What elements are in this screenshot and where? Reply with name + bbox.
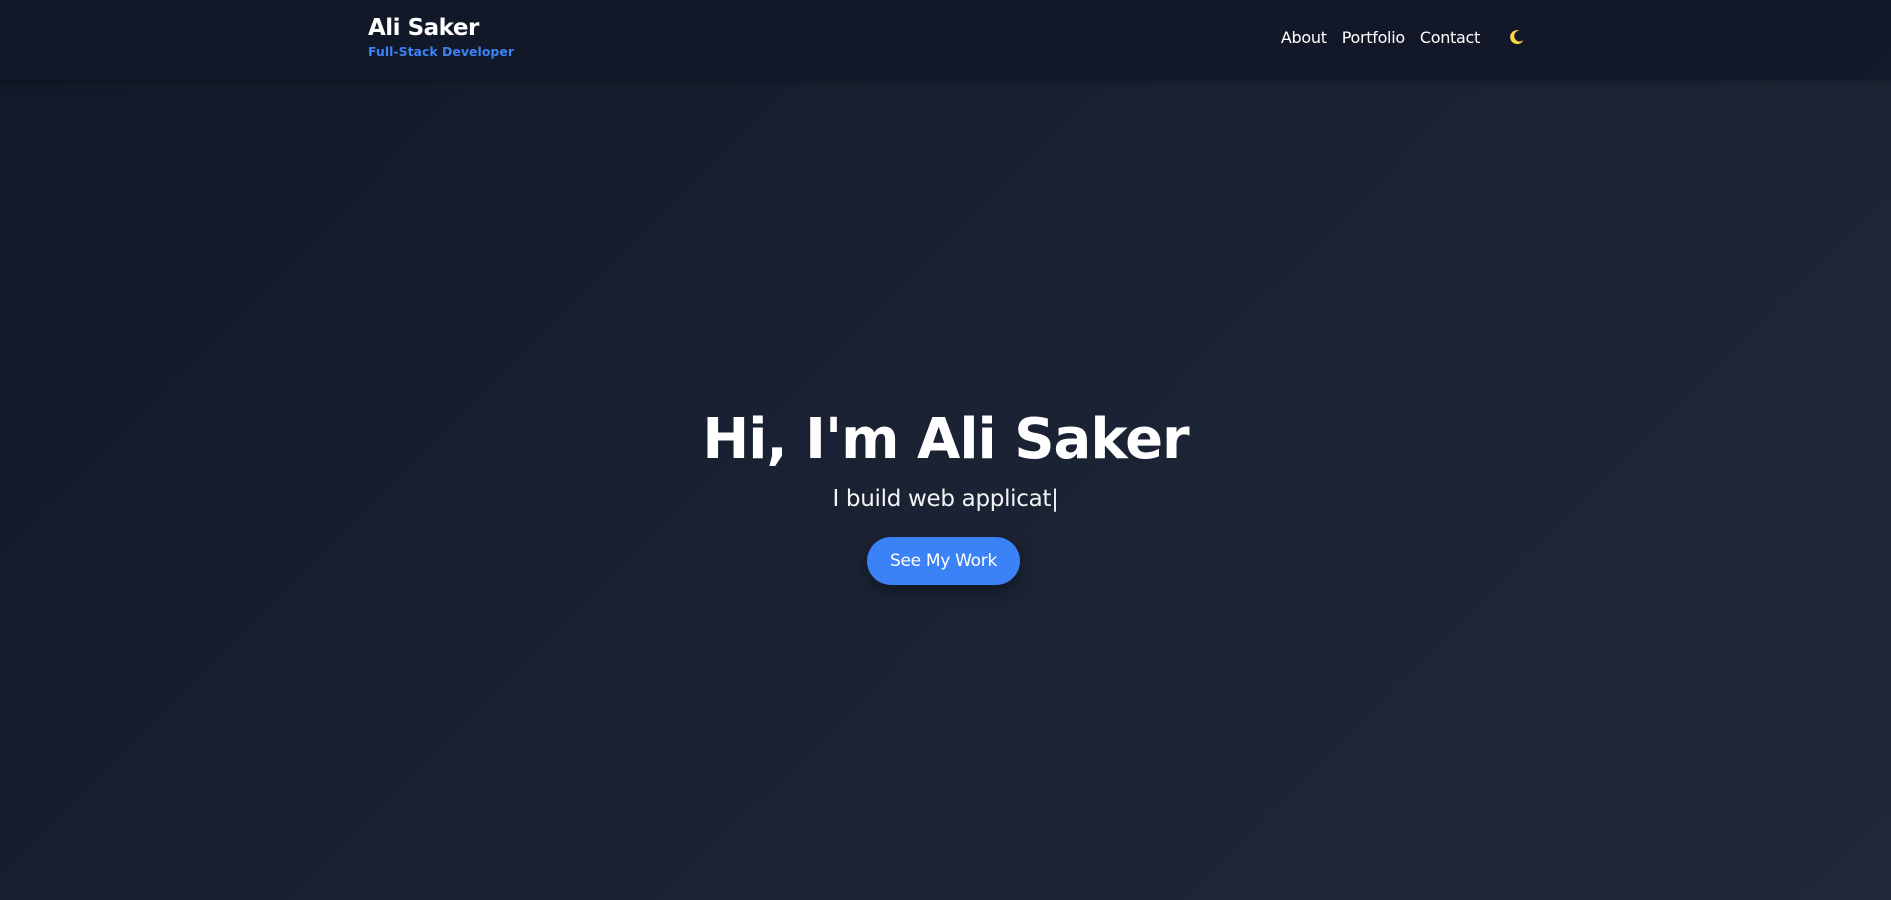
hero-section: Hi, I'm Ali Saker I build web applicat| …	[0, 80, 1891, 900]
nav-link-contact[interactable]: Contact	[1420, 26, 1480, 50]
hero-subtitle-typing: I build web applicat|	[832, 486, 1059, 512]
hero-title: Hi, I'm Ali Saker	[702, 407, 1189, 472]
theme-toggle-button[interactable]	[1505, 26, 1529, 50]
brand-role: Full-Stack Developer	[368, 44, 515, 59]
nav-link-portfolio[interactable]: Portfolio	[1342, 26, 1405, 50]
brand[interactable]: Ali Saker Full-Stack Developer	[368, 14, 514, 60]
moon-icon	[1509, 29, 1525, 48]
brand-name[interactable]: Ali Saker	[368, 14, 514, 42]
see-my-work-button[interactable]: See My Work	[867, 537, 1020, 585]
nav-link-about[interactable]: About	[1281, 26, 1327, 50]
nav-links: About Portfolio Contact	[1266, 26, 1529, 50]
top-navbar: Ali Saker Full-Stack Developer About Por…	[0, 0, 1891, 80]
